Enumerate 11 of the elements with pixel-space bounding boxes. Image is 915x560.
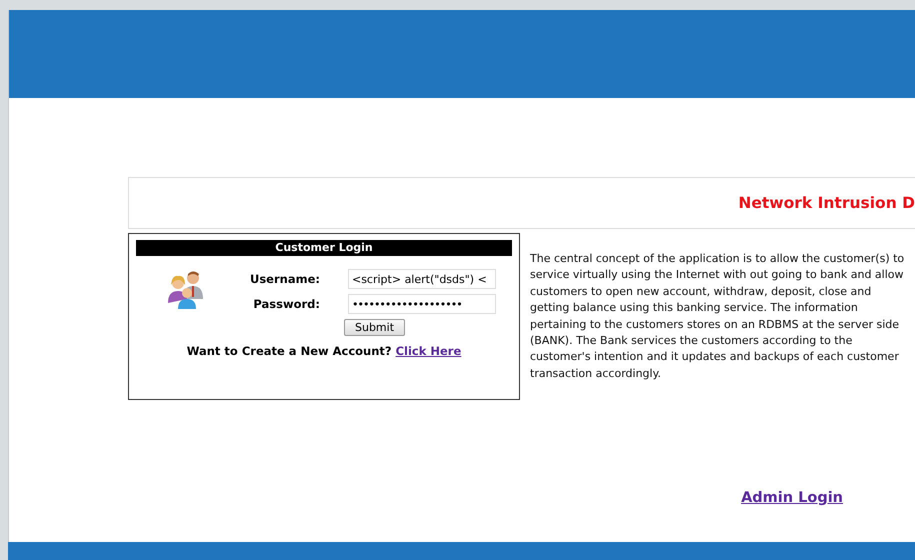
password-field[interactable]: •••••••••••••••••••• [348, 294, 496, 314]
username-field[interactable]: <script> alert("dsds") < [348, 269, 496, 289]
create-account-prompt: Want to Create a New Account? [186, 344, 392, 358]
click-here-link[interactable]: Click Here [396, 344, 462, 358]
field-label: Password: [252, 297, 320, 311]
page-title: Network Intrusion D [738, 194, 915, 212]
submit-button[interactable]: Submit [344, 319, 406, 336]
field-label: Username: [250, 272, 320, 286]
description-text: The central concept of the application is to allow the customer(s) to service virtually using the Internet with out going to bank and allow customers to open new account, withdraw, deposit, close and getting balance using this banking service. The information pertaining to the customers stores on an RDBMS at the server side (BANK). The Bank services the customers according to the customer's intention and it updates and backups of each customer transaction accordingly. [530, 251, 905, 382]
login-heading: Customer Login [136, 240, 512, 256]
admin-login-link[interactable]: Admin Login [741, 490, 843, 506]
